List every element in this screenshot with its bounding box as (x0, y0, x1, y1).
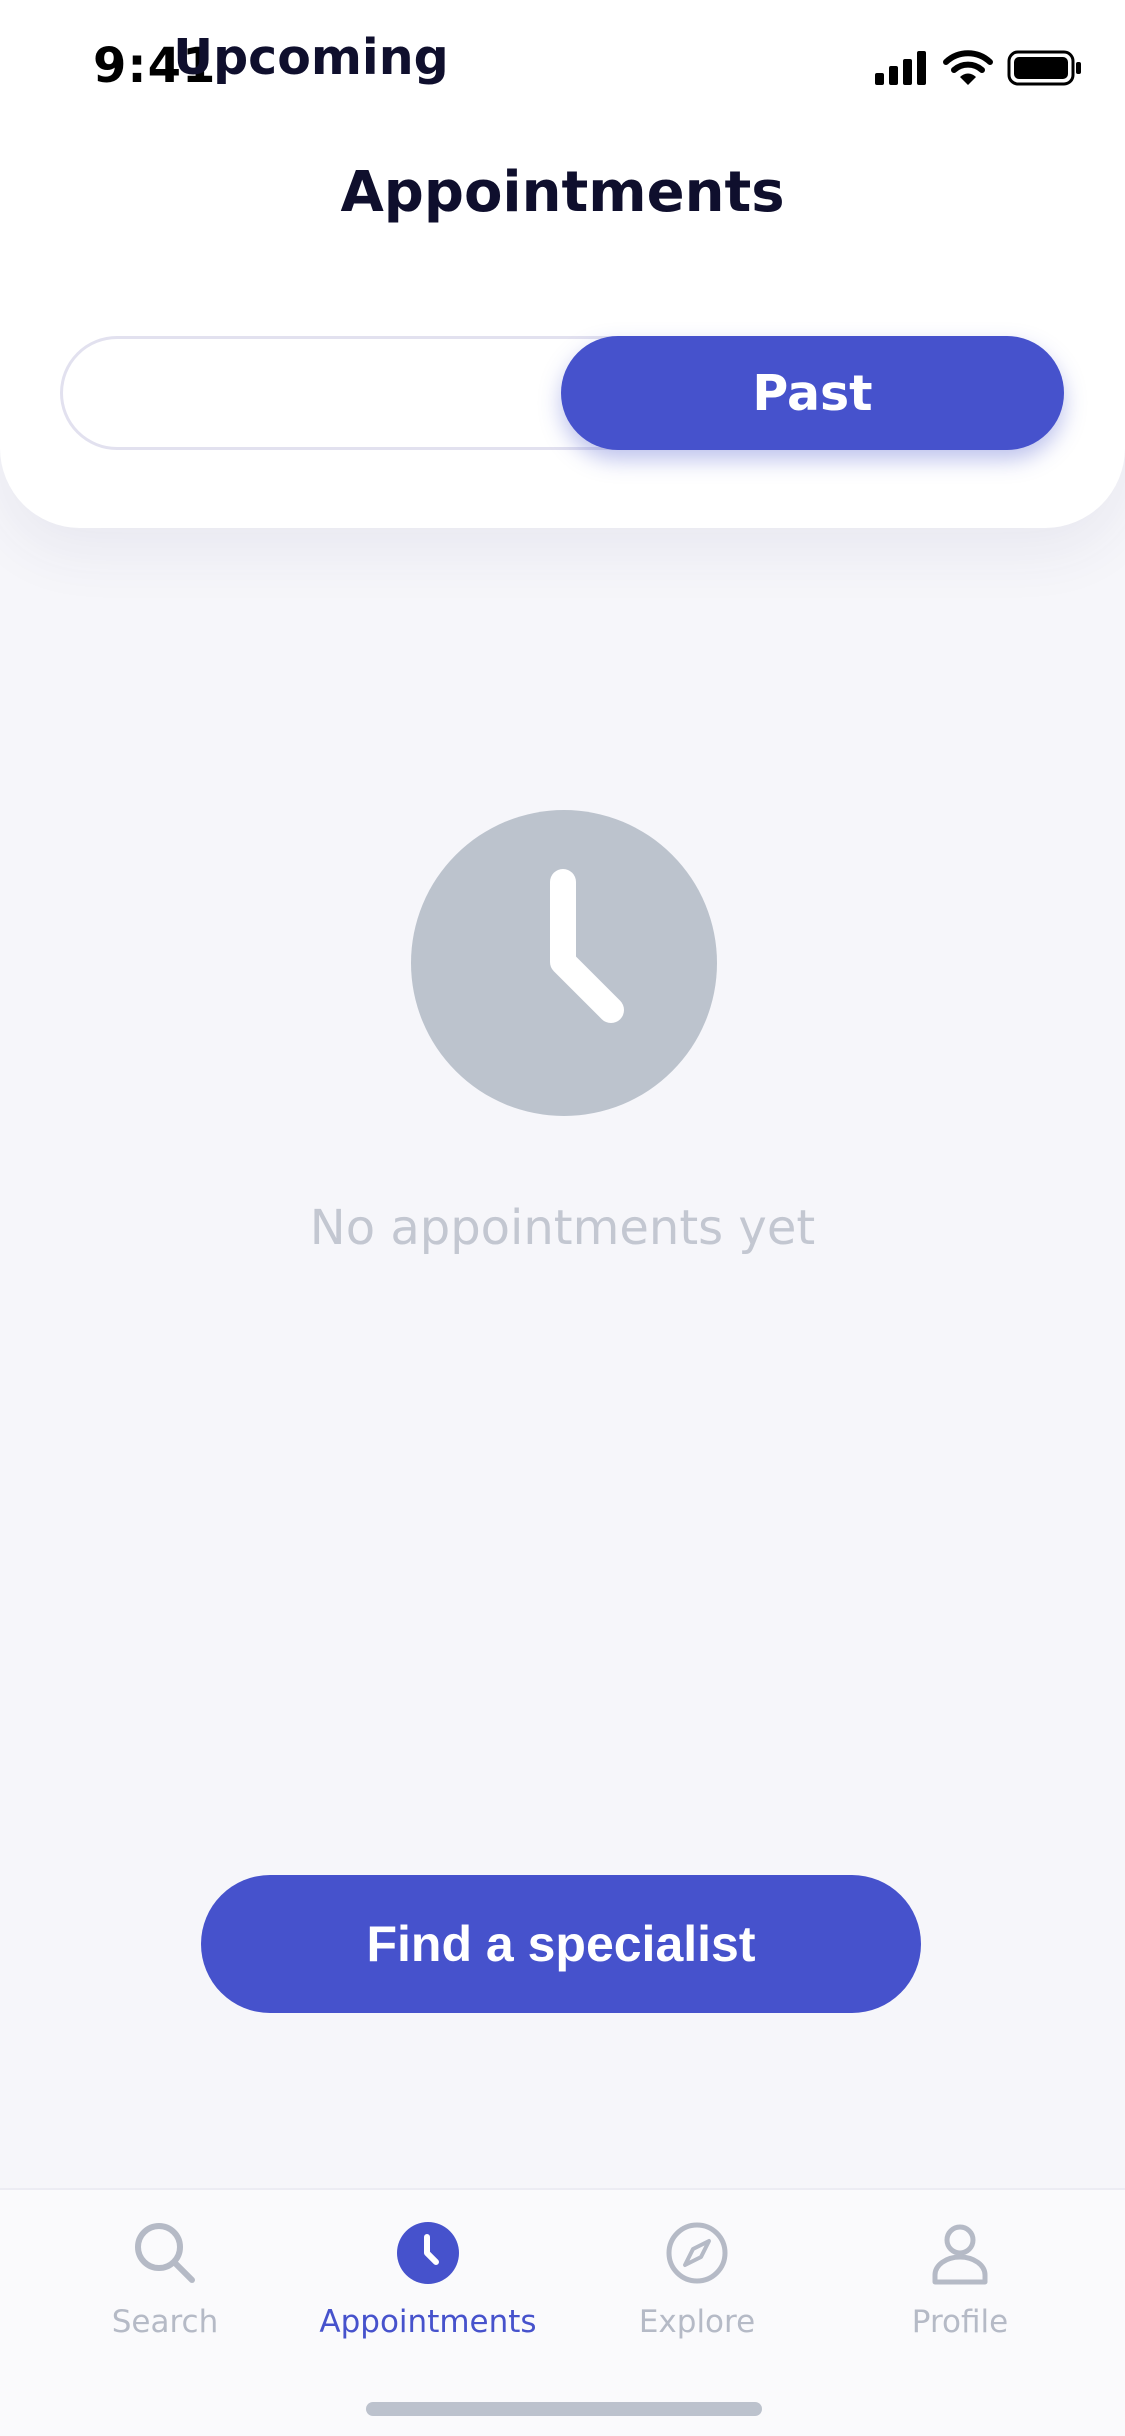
cellular-signal-icon (875, 51, 926, 85)
wifi-icon (943, 50, 993, 85)
tab-upcoming[interactable]: Upcoming (60, 0, 562, 114)
profile-icon (932, 2224, 988, 2285)
status-icons (875, 48, 1083, 88)
clock-icon (397, 2222, 459, 2284)
appointments-screen: 9:41 Appointments Upcoming Past No appoi… (0, 0, 1125, 2436)
search-icon (135, 2223, 195, 2283)
tab-appointments[interactable]: Appointments (298, 2210, 558, 2370)
tab-explore-label: Explore (638, 2304, 756, 2340)
tab-search-label: Search (111, 2304, 219, 2340)
battery-icon (1007, 50, 1081, 86)
compass-icon (666, 2222, 728, 2284)
tab-past[interactable]: Past (561, 336, 1064, 450)
tab-appointments-label: Appointments (319, 2304, 537, 2340)
bottom-tab-bar: Search Appointments Explore Profile (0, 2188, 1125, 2436)
tab-explore[interactable]: Explore (567, 2210, 827, 2370)
clock-icon (411, 810, 717, 1116)
tab-profile[interactable]: Profile (830, 2210, 1090, 2370)
tab-profile-label: Profile (911, 2304, 1009, 2340)
home-indicator (366, 2402, 762, 2416)
empty-state-message: No appointments yet (309, 1200, 816, 1256)
tab-search[interactable]: Search (35, 2210, 295, 2370)
find-specialist-button[interactable]: Find a specialist (201, 1875, 921, 2013)
page-title: Appointments (340, 160, 785, 225)
